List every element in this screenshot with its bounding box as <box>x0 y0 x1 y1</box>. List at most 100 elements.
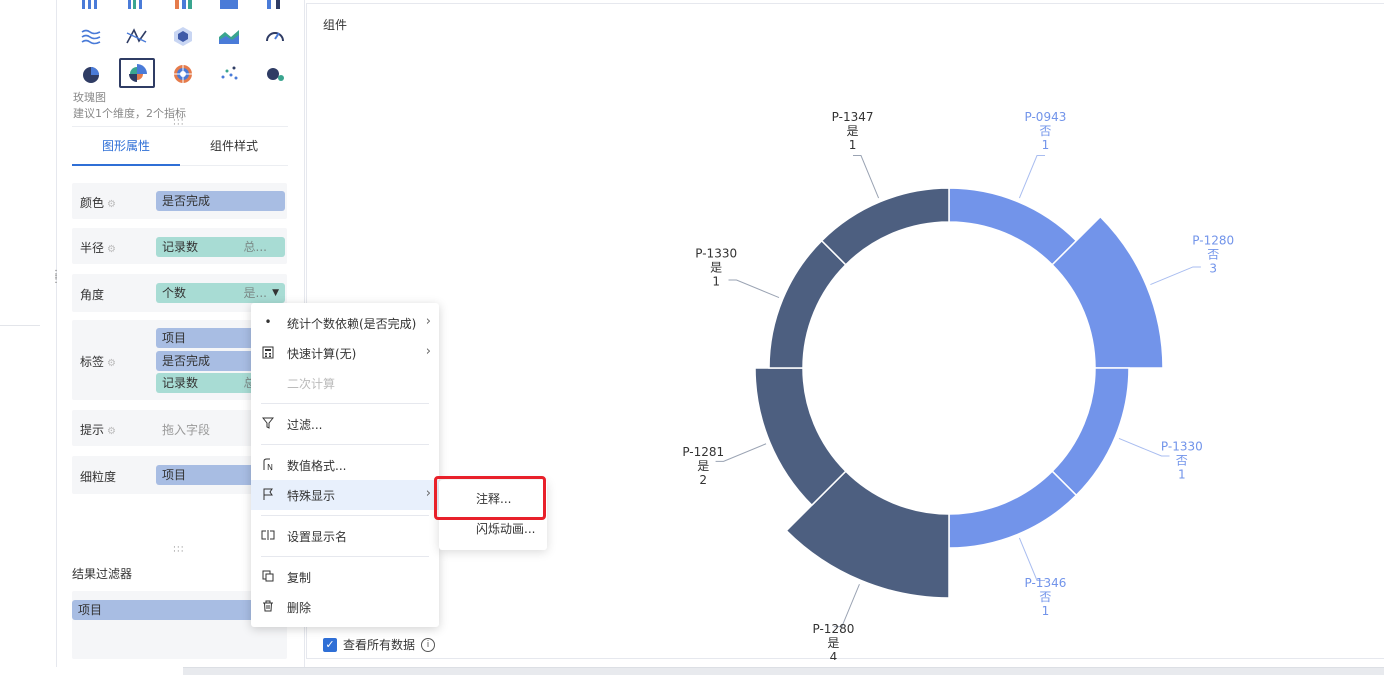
menu-item-label: 统计个数依赖(是否完成) <box>287 317 417 331</box>
leader-line <box>1150 266 1201 286</box>
rose-slice[interactable] <box>1051 367 1130 497</box>
tooltip-label: 提示 <box>80 423 105 437</box>
slice-label: P-1280 <box>813 622 855 636</box>
slice-label: 1 <box>712 275 720 289</box>
slice-label: 否 <box>1176 453 1188 467</box>
menu-item-label: 特殊显示 <box>287 489 336 503</box>
sunburst-chart-icon[interactable] <box>165 58 201 88</box>
gear-icon[interactable]: ⚙ <box>107 358 116 369</box>
label-label: 标签 <box>80 355 105 369</box>
filter-icon <box>261 416 275 430</box>
angle-aggregation: 是... <box>243 286 267 300</box>
line-chart-icon[interactable] <box>119 21 155 51</box>
slice-label: P-1330 <box>1161 439 1203 453</box>
menu-item-quick-calc[interactable]: 快速计算(无) › <box>251 338 439 368</box>
slice-label: P-1281 <box>682 445 724 459</box>
slice-label: 是 <box>827 636 839 650</box>
combo-chart-icon[interactable] <box>257 0 293 16</box>
filter-resize-handle[interactable]: ··· ··· <box>173 544 185 557</box>
bubble-chart-icon[interactable] <box>257 58 293 88</box>
tab-component-style[interactable]: 组件样式 <box>180 127 288 166</box>
chart-canvas: 组件 P-0943 否 1 P-1280 否 3 P-1330 否 1 P-1346 否 1 P-128… <box>306 3 1384 660</box>
menu-item-delete[interactable]: 删除 <box>251 592 439 622</box>
rename-icon <box>261 528 275 542</box>
menu-divider <box>261 403 429 404</box>
rose-slice[interactable] <box>948 187 1078 266</box>
radius-field-pill[interactable]: 记录数 总... <box>156 237 285 257</box>
label-field-name: 项目 <box>162 331 187 345</box>
info-icon[interactable]: i <box>421 637 436 652</box>
menu-item-number-format[interactable]: N 数值格式... <box>251 450 439 480</box>
gear-icon[interactable]: ⚙ <box>107 244 116 255</box>
view-all-data-checkbox[interactable]: ✓ <box>323 637 337 652</box>
copy-icon <box>261 569 275 583</box>
gauge-chart-icon[interactable] <box>257 21 293 51</box>
trash-icon <box>261 599 275 613</box>
menu-item-set-display-name[interactable]: 设置显示名 <box>251 521 439 551</box>
leader-line <box>728 279 780 299</box>
color-field-pill[interactable]: 是否完成 <box>156 191 285 211</box>
radius-row: 半径 ⚙ 记录数 总... <box>72 228 287 264</box>
view-all-data-label: 查看所有数据 <box>343 638 416 652</box>
angle-label: 角度 <box>80 288 105 302</box>
gear-icon[interactable]: ⚙ <box>107 426 116 437</box>
menu-item-filter[interactable]: 过滤... <box>251 409 439 439</box>
chart-type-hint: 建议1个维度，2个指标 <box>73 107 186 120</box>
dropdown-caret-icon[interactable]: ▼ <box>272 283 279 303</box>
rose-chart: P-0943否1P-1280否3P-1330否1P-1346否1P-1280是4… <box>682 110 1234 660</box>
radius-field-name: 记录数 <box>162 240 199 254</box>
menu-item-label: 复制 <box>287 571 312 585</box>
label-field-name: 是否完成 <box>162 354 211 368</box>
column-chart-icon[interactable] <box>211 0 247 16</box>
slice-label: P-0943 <box>1025 110 1067 124</box>
radius-aggregation: 总... <box>243 240 267 254</box>
menu-item-label: 设置显示名 <box>287 530 348 544</box>
menu-divider <box>261 515 429 516</box>
menu-item-label: 删除 <box>287 601 312 615</box>
number-format-icon: N <box>261 457 275 471</box>
menu-item-label: 二次计算 <box>287 377 336 391</box>
bar-chart-icon[interactable] <box>73 0 109 16</box>
grouped-bar-icon[interactable] <box>119 0 155 16</box>
field-context-menu: • 统计个数依赖(是否完成) › 快速计算(无) › 二次计算 过滤... N … <box>251 303 439 627</box>
left-gutter <box>0 0 57 667</box>
radius-label: 半径 <box>80 241 105 255</box>
rose-slice[interactable] <box>768 239 847 369</box>
slice-label: 1 <box>849 138 857 152</box>
leader-line <box>833 583 860 628</box>
menu-item-label: 过滤... <box>287 418 323 432</box>
slice-label: P-1347 <box>832 110 874 124</box>
granularity-field-name: 项目 <box>162 468 187 482</box>
leader-line <box>852 155 880 199</box>
slice-label: 否 <box>1039 590 1051 604</box>
slice-label: 1 <box>1042 138 1050 152</box>
rose-chart-icon[interactable] <box>119 58 155 88</box>
rose-slice[interactable] <box>948 470 1078 549</box>
wave-chart-icon[interactable] <box>73 21 109 51</box>
area-chart-icon[interactable] <box>211 21 247 51</box>
horizontal-scrollbar[interactable] <box>183 667 1384 675</box>
angle-field-pill[interactable]: 个数 是... ▼ <box>156 283 285 303</box>
rose-slice[interactable] <box>754 367 847 507</box>
slice-label: P-1330 <box>695 247 737 261</box>
slice-label: 4 <box>830 650 838 660</box>
menu-item-stat-dependency[interactable]: • 统计个数依赖(是否完成) › <box>251 308 439 338</box>
gear-icon[interactable]: ⚙ <box>107 199 116 210</box>
color-label: 颜色 <box>80 196 105 210</box>
stacked-bar-icon[interactable] <box>165 0 201 16</box>
pie-chart-icon[interactable] <box>73 58 109 88</box>
label-field-name: 记录数 <box>162 376 199 390</box>
slice-label: 1 <box>1042 604 1050 618</box>
scatter-chart-icon[interactable] <box>211 58 247 88</box>
tooltip-drop-zone[interactable]: 拖入字段 <box>162 421 210 438</box>
rose-slice[interactable] <box>820 187 950 266</box>
tab-graph-properties[interactable]: 图形属性 <box>72 127 180 166</box>
hexagon-chart-icon[interactable] <box>165 21 201 51</box>
flag-icon <box>261 487 275 501</box>
leader-line <box>1018 537 1046 581</box>
color-row: 颜色 ⚙ 是否完成 <box>72 183 287 219</box>
slice-label: 否 <box>1039 124 1051 138</box>
menu-item-special-display[interactable]: 特殊显示 › <box>251 480 439 510</box>
menu-item-secondary-calc: 二次计算 <box>251 368 439 398</box>
menu-item-copy[interactable]: 复制 <box>251 562 439 592</box>
